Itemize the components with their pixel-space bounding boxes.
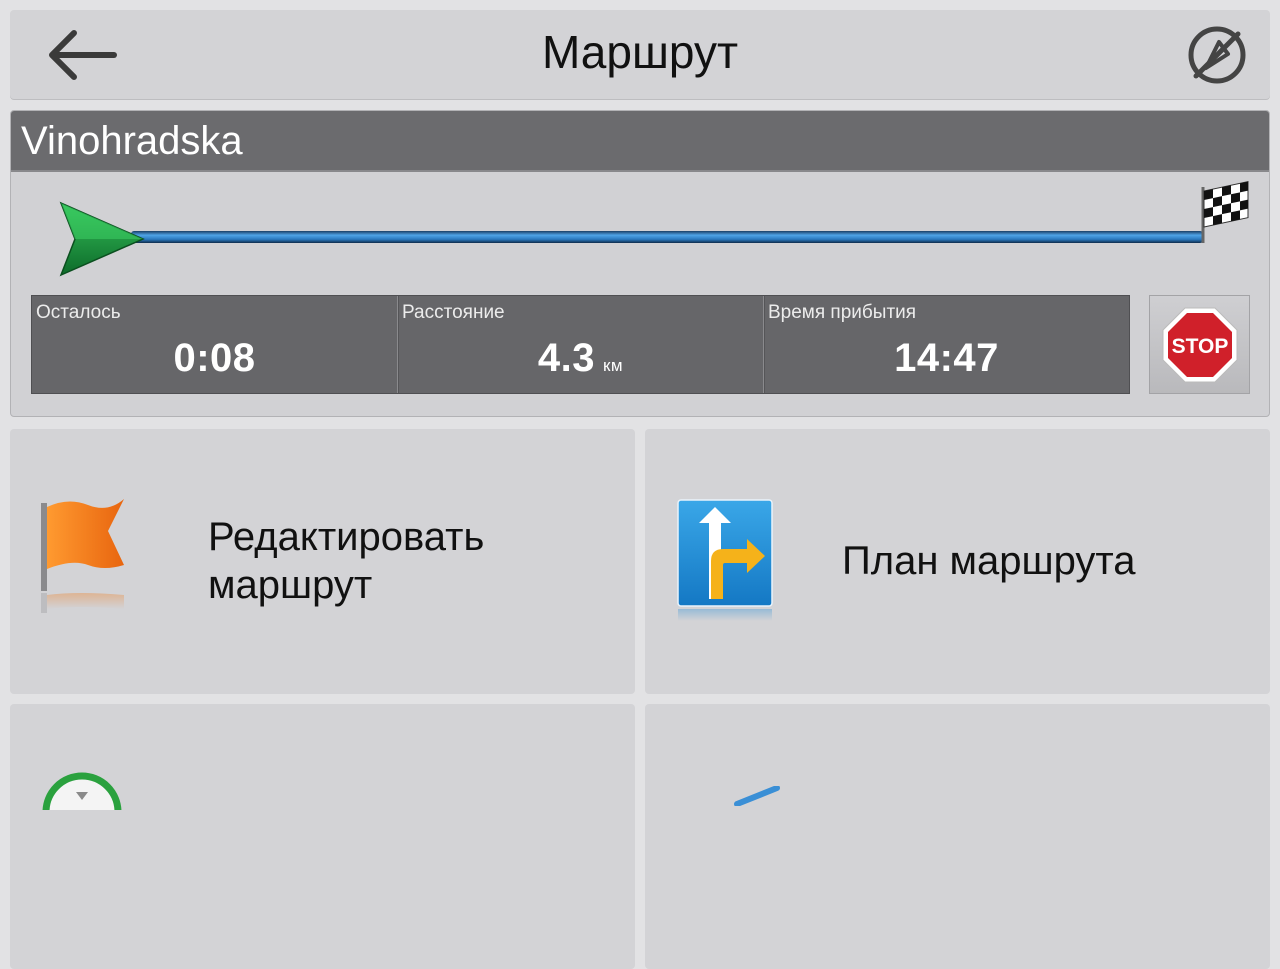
top-bar: Маршрут bbox=[10, 10, 1270, 99]
route-plan-button[interactable]: План маршрута bbox=[645, 429, 1270, 694]
distance-label: Расстояние bbox=[402, 302, 505, 323]
distance-unit: км bbox=[602, 356, 624, 375]
stop-label: STOP bbox=[1171, 335, 1228, 358]
menu-tile-bottom-left[interactable] bbox=[10, 704, 635, 969]
route-stats: Осталось 0:08 Расстояние 4.3 км Время при… bbox=[31, 295, 1130, 394]
route-info-panel: Vinohradska Осталось 0:08 Расстояние 4.3… bbox=[10, 110, 1270, 417]
arrival-label: Время прибытия bbox=[768, 302, 917, 323]
checkered-flag-icon bbox=[1201, 181, 1249, 243]
no-map-button[interactable] bbox=[1182, 22, 1252, 88]
menu-tile-bottom-right[interactable] bbox=[645, 704, 1270, 969]
edit-route-line2: маршрут bbox=[208, 563, 373, 607]
arrival-value: 14:47 bbox=[894, 336, 999, 380]
street-name: Vinohradska bbox=[11, 111, 1269, 172]
orange-flag-icon bbox=[41, 499, 124, 613]
stop-sign-icon: STOP bbox=[1162, 307, 1237, 382]
edit-route-line1: Редактировать bbox=[208, 515, 485, 559]
edit-route-button[interactable]: Редактировать маршрут bbox=[10, 429, 635, 694]
distance-value: 4.3 bbox=[537, 336, 595, 380]
remaining-value: 0:08 bbox=[173, 336, 256, 380]
route-directions-icon bbox=[677, 499, 773, 621]
route-progress-bar bbox=[59, 181, 1249, 277]
green-arrow-icon bbox=[59, 201, 145, 277]
back-button[interactable] bbox=[32, 20, 132, 90]
edit-route-label: Редактировать маршрут bbox=[208, 513, 484, 609]
stat-distance: Расстояние 4.3 км bbox=[397, 296, 763, 393]
arrow-left-icon bbox=[49, 30, 117, 80]
route-line bbox=[131, 231, 1203, 243]
blue-arrow-icon bbox=[734, 786, 780, 806]
no-map-icon bbox=[1188, 26, 1246, 84]
green-circle-icon bbox=[42, 772, 122, 810]
stat-remaining: Осталось 0:08 bbox=[32, 296, 397, 393]
distance-value-wrap: 4.3 км bbox=[398, 336, 763, 381]
stat-arrival: Время прибытия 14:47 bbox=[763, 296, 1129, 393]
page-title: Маршрут bbox=[541, 26, 739, 78]
remaining-label: Осталось bbox=[36, 302, 121, 323]
route-plan-label: План маршрута bbox=[842, 539, 1136, 583]
stop-route-button[interactable]: STOP bbox=[1149, 295, 1250, 394]
